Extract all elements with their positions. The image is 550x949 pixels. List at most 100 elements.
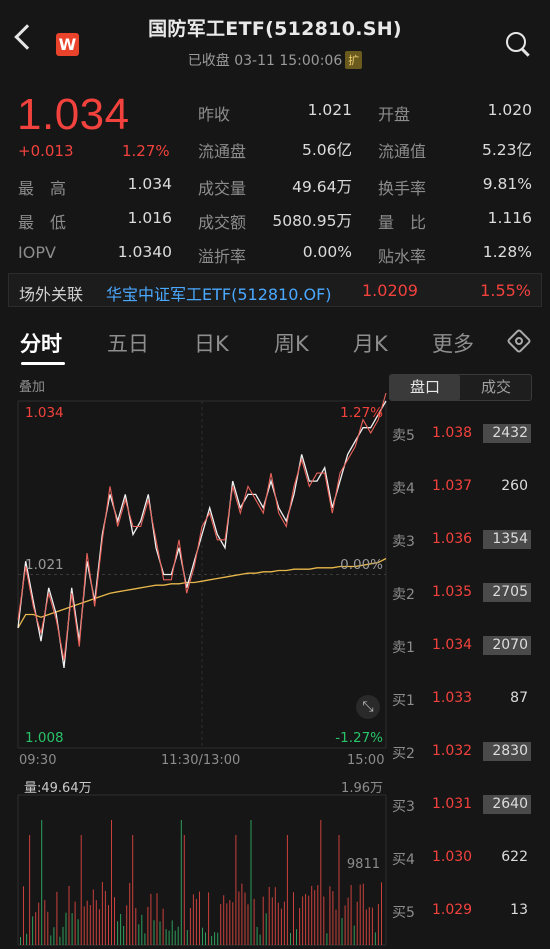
volume-bar	[296, 929, 297, 945]
volume-bar	[111, 820, 112, 945]
volume-bar	[165, 929, 167, 945]
volume-bar	[26, 933, 28, 945]
orderbook-price: 1.032	[432, 743, 473, 759]
volume-bar	[293, 892, 294, 945]
volume-bar	[59, 936, 61, 945]
volume-bar	[92, 889, 94, 945]
volume-bar	[359, 884, 361, 945]
volume-bar	[117, 921, 119, 945]
orderbook-volume: 622	[501, 849, 528, 865]
orderbook-level: 买2	[392, 746, 415, 762]
orderbook-volume: 2070	[492, 637, 528, 653]
volume-bar	[344, 905, 346, 945]
volume-bar	[308, 895, 310, 945]
volume-bar	[362, 883, 364, 945]
volume-bar	[238, 891, 240, 945]
volume-label: 量:49.64万	[24, 781, 92, 796]
volume-bar	[365, 909, 367, 945]
volume-bar	[353, 925, 355, 945]
orderbook-row: 卖1 1.034 2070	[390, 635, 533, 657]
orderbook-price: 1.035	[432, 584, 473, 600]
volume-bar	[156, 893, 158, 945]
y-min-pct: -1.27%	[335, 730, 383, 746]
orderbook-level: 买5	[392, 905, 415, 921]
volume-bar	[356, 901, 358, 945]
volume-bar	[138, 924, 140, 945]
volume-bar	[377, 904, 379, 945]
volume-bar	[171, 920, 173, 945]
volume-bar	[271, 897, 273, 945]
orderbook-row: 买1 1.033 87	[390, 688, 533, 710]
volume-bar	[186, 930, 188, 945]
volume-bar	[47, 911, 49, 945]
orderbook-level: 买1	[392, 693, 415, 709]
volume-bar	[89, 905, 91, 945]
volume-bar	[250, 820, 252, 945]
volume-bar	[232, 902, 234, 945]
volume-bar	[50, 935, 52, 945]
orderbook-level: 卖3	[392, 534, 415, 550]
volume-bar	[144, 933, 146, 945]
volume-bar	[314, 890, 316, 945]
volume-bar	[305, 894, 307, 945]
volume-bar	[253, 898, 255, 945]
volume-bar	[277, 902, 279, 945]
volume-bar	[108, 905, 109, 945]
orderbook-volume: 1354	[492, 531, 528, 547]
volume-bar	[311, 886, 313, 945]
orderbook-row: 卖4 1.037 260	[390, 476, 533, 498]
fullscreen-icon[interactable]: ⤡	[356, 695, 380, 719]
y-mid-pct: 0.00%	[340, 557, 383, 573]
volume-bar	[126, 905, 128, 945]
volume-bar	[29, 835, 31, 945]
volume-bar	[202, 927, 203, 945]
volume-bar	[381, 882, 382, 945]
y-min-price: 1.008	[25, 730, 64, 746]
volume-bar	[299, 907, 301, 945]
tab-trades[interactable]: 成交	[461, 375, 531, 400]
orderbook-row: 卖5 1.038 2432	[390, 423, 533, 445]
orderbook-price: 1.037	[432, 478, 473, 494]
volume-bar	[83, 906, 85, 945]
volume-bar	[62, 926, 64, 945]
time-start: 09:30	[19, 753, 57, 768]
volume-bar	[335, 909, 337, 945]
volume-bar	[123, 926, 125, 945]
volume-bar	[350, 885, 352, 945]
volume-bar	[241, 883, 243, 945]
volume-bar	[53, 927, 55, 945]
orderbook-volume: 2432	[492, 425, 528, 441]
orderbook-volume: 13	[510, 902, 528, 918]
time-mid: 11:30/13:00	[161, 753, 241, 768]
volume-bar	[120, 914, 122, 945]
orderbook-row: 买4 1.030 622	[390, 847, 533, 869]
orderbook-price: 1.038	[432, 425, 473, 441]
volume-bar	[129, 883, 131, 945]
orderbook-level: 卖1	[392, 640, 415, 656]
volume-bar	[199, 891, 200, 945]
volume-bar	[71, 913, 73, 945]
volume-bar	[80, 835, 82, 945]
orderbook-level: 买4	[392, 852, 415, 868]
volume-bar	[256, 926, 258, 945]
time-end: 15:00	[347, 753, 385, 768]
volume-bar	[283, 901, 285, 945]
volume-bar	[211, 936, 213, 945]
volume-bar	[35, 912, 37, 945]
volume-bar	[95, 900, 97, 945]
volume-bar	[180, 820, 182, 945]
volume-bar	[217, 932, 219, 945]
orderbook-price: 1.030	[432, 849, 473, 865]
volume-bar	[114, 897, 115, 945]
orderbook-price: 1.031	[432, 796, 473, 812]
volume-bar	[177, 926, 179, 945]
orderbook-row: 卖3 1.036 1354	[390, 529, 533, 551]
orderbook-volume: 260	[501, 478, 528, 494]
volume-bar	[347, 897, 349, 945]
tab-orderbook[interactable]: 盘口	[390, 375, 460, 400]
orderbook-price: 1.036	[432, 531, 473, 547]
volume-bar	[104, 890, 106, 945]
volume-bar	[274, 887, 276, 945]
volume-bar	[268, 886, 270, 945]
volume-bar	[86, 900, 88, 945]
